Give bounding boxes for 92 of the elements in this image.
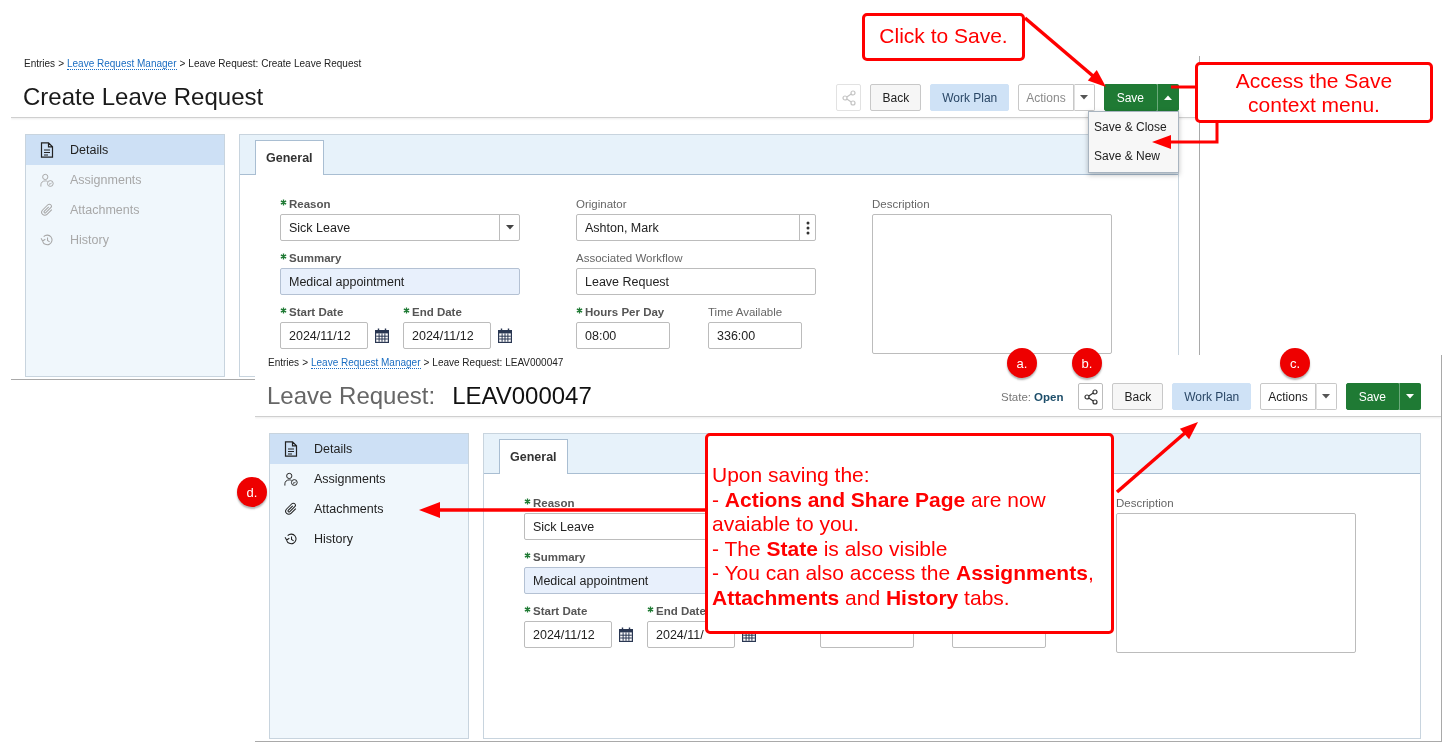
breadcrumb-item: Entries: [268, 357, 300, 369]
work-plan-button[interactable]: Work Plan: [1172, 383, 1252, 410]
field-label: Reason: [533, 496, 575, 510]
history-icon: [284, 531, 298, 547]
more-icon: [805, 220, 810, 235]
share-icon: [840, 89, 857, 106]
required-icon: [403, 307, 410, 314]
required-icon: [647, 606, 654, 613]
required-icon: [524, 552, 531, 559]
person-check-icon: [284, 471, 298, 487]
text-field[interactable]: 08:00: [576, 322, 670, 349]
sidebar-item[interactable]: Details: [26, 135, 224, 165]
menu-item[interactable]: Save & New: [1089, 142, 1178, 171]
breadcrumb-separator: >: [58, 58, 64, 70]
work-plan-button[interactable]: Work Plan: [930, 84, 1010, 111]
field-label: End Date: [656, 604, 706, 618]
caret-icon: [1164, 95, 1172, 100]
field-label: Start Date: [289, 305, 344, 319]
actions-dropdown-button[interactable]: [1073, 84, 1095, 111]
required-icon: [524, 498, 531, 505]
step-marker: d.: [237, 477, 267, 507]
step-marker: c.: [1280, 348, 1310, 378]
sidebar-item[interactable]: Details: [270, 434, 468, 464]
field-label: Description: [1116, 496, 1174, 510]
person-check-icon: [40, 172, 54, 188]
field-label: Time Available: [708, 305, 783, 319]
required-icon: [280, 199, 287, 206]
breadcrumb-link[interactable]: Leave Request Manager: [66, 58, 177, 70]
breadcrumb-separator: >: [179, 58, 186, 70]
save-button[interactable]: Save: [1345, 383, 1399, 410]
field-label: Summary: [289, 251, 342, 265]
sidebar-item[interactable]: History: [270, 524, 468, 554]
required-icon: [280, 253, 287, 260]
calendar-icon[interactable]: [497, 327, 513, 344]
breadcrumb-current: Leave Request: LEAV000047: [432, 357, 564, 369]
callout-text: Upon saving the:: [712, 463, 871, 488]
date-field[interactable]: 2024/11/12: [280, 322, 368, 349]
date-field[interactable]: 2024/11/12: [403, 322, 491, 349]
paperclip-icon: [284, 501, 298, 517]
caret-icon: [1406, 394, 1414, 399]
menu-item[interactable]: Save & Close: [1089, 113, 1178, 142]
caret-icon: [1322, 394, 1331, 399]
actions-button[interactable]: Actions: [1260, 383, 1316, 410]
breadcrumb-separator: >: [302, 357, 308, 369]
calendar-icon[interactable]: [618, 626, 634, 643]
share-icon: [1082, 388, 1099, 405]
record-number: LEAV000047: [452, 382, 592, 410]
tab[interactable]: General: [255, 140, 324, 175]
required-icon: [524, 606, 531, 613]
required-icon: [576, 307, 583, 314]
paperclip-icon: [40, 202, 54, 218]
document-icon: [284, 441, 298, 457]
state-label: State:: [1001, 390, 1032, 403]
breadcrumb-separator: >: [423, 357, 430, 369]
field-label: Description: [872, 197, 930, 211]
share-button[interactable]: [1078, 383, 1104, 410]
save-menu-button[interactable]: [1157, 84, 1179, 111]
text-field[interactable]: Leave Request: [576, 268, 816, 295]
tab[interactable]: General: [499, 439, 568, 474]
sidebar-item[interactable]: Attachments: [270, 494, 468, 524]
document-icon: [40, 142, 54, 158]
actions-dropdown-button[interactable]: [1315, 383, 1337, 410]
field-label: Summary: [533, 550, 586, 564]
breadcrumb-item: Entries: [24, 58, 56, 70]
save-menu-button[interactable]: [1399, 383, 1421, 410]
page-title: Create Leave Request: [23, 83, 264, 111]
caret-icon: [505, 225, 514, 230]
breadcrumb-current: Leave Request: Create Leave Request: [188, 58, 362, 70]
callout-text: Access the Save context menu.: [1234, 69, 1394, 117]
field-label: Associated Workflow: [576, 251, 683, 265]
dropdown-field[interactable]: Sick Leave: [280, 214, 520, 241]
field-label: Hours Per Day: [585, 305, 665, 319]
back-button[interactable]: Back: [1112, 383, 1164, 410]
date-field[interactable]: 2024/11/12: [524, 621, 612, 648]
breadcrumb-link[interactable]: Leave Request Manager: [310, 357, 421, 369]
field-label: Originator: [576, 197, 627, 211]
text-field[interactable]: Medical appointment: [280, 268, 520, 295]
callout-text: Click to Save.: [878, 24, 1009, 49]
sidebar-item[interactable]: Assignments: [270, 464, 468, 494]
back-button[interactable]: Back: [870, 84, 922, 111]
field-label: Start Date: [533, 604, 588, 618]
caret-icon: [1080, 95, 1089, 100]
save-button[interactable]: Save: [1103, 84, 1157, 111]
state-value: Open: [1034, 390, 1064, 403]
field-label: Reason: [289, 197, 331, 211]
lookup-field[interactable]: Ashton, Mark: [576, 214, 816, 241]
field-label: End Date: [412, 305, 462, 319]
history-icon: [40, 232, 54, 248]
text-field[interactable]: 336:00: [708, 322, 802, 349]
required-icon: [280, 307, 287, 314]
calendar-icon[interactable]: [374, 327, 390, 344]
page-title: Leave Request:: [267, 382, 436, 410]
